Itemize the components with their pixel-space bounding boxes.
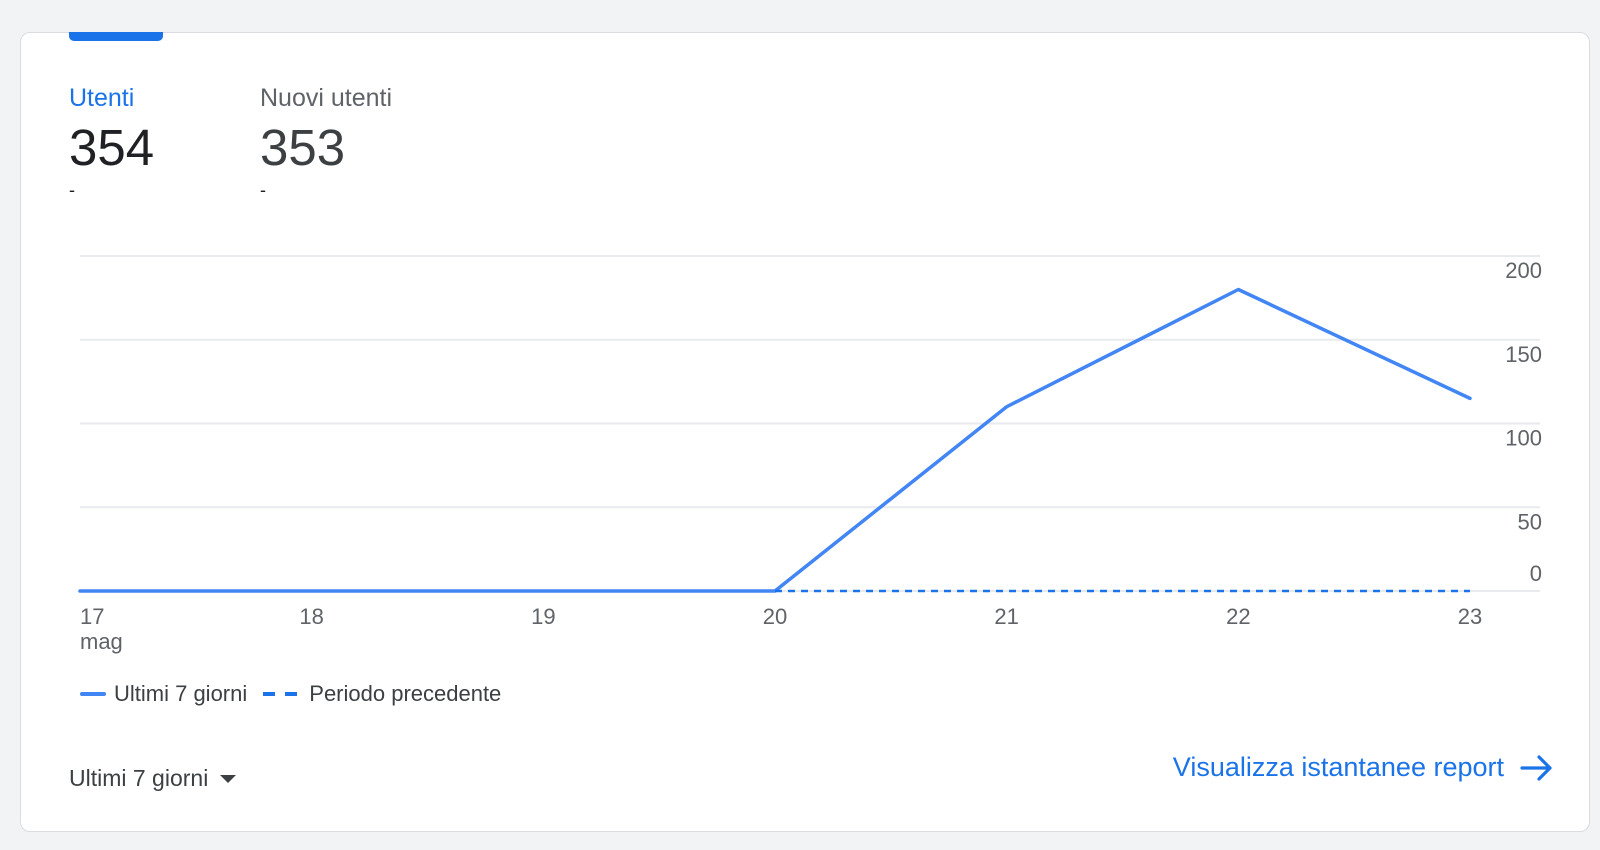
arrow-right-icon [1520,754,1552,781]
date-range-label: Ultimi 7 giorni [69,765,209,791]
y-tick-label: 100 [1505,426,1542,451]
x-tick-label: 22 [1226,604,1250,629]
chart-legend: Ultimi 7 giorni Periodo precedente [80,681,517,707]
report-link-label: Visualizza istantanee report [1172,752,1504,782]
x-tick-label: 23 [1458,604,1482,629]
y-tick-label: 0 [1530,561,1542,586]
legend-label-previous: Periodo precedente [309,681,502,706]
date-range-dropdown[interactable]: Ultimi 7 giorni [69,765,237,792]
view-report-snapshot-link[interactable]: Visualizza istantanee report [1173,752,1554,783]
series-line-current [78,287,1472,593]
y-tick-label: 150 [1505,342,1542,367]
x-tick-label: 21 [994,604,1018,629]
x-tick-label: 19 [531,604,555,629]
y-tick-label: 200 [1505,258,1542,283]
legend-swatch-dashed [263,692,298,696]
x-tick-sublabel: mag [80,629,123,654]
caret-down-icon [220,774,237,783]
legend-label-current: Ultimi 7 giorni [114,681,248,706]
users-line-chart: 0 50 100 150 200 17 18 19 20 21 22 23 mag [78,255,1542,654]
legend-item-previous: Periodo precedente [263,681,501,707]
x-tick-label: 17 [80,604,104,629]
x-tick-label: 18 [299,604,323,629]
legend-swatch-solid [80,692,106,696]
legend-item-current: Ultimi 7 giorni [80,681,247,707]
x-tick-label: 20 [763,604,787,629]
y-tick-label: 50 [1518,509,1542,534]
